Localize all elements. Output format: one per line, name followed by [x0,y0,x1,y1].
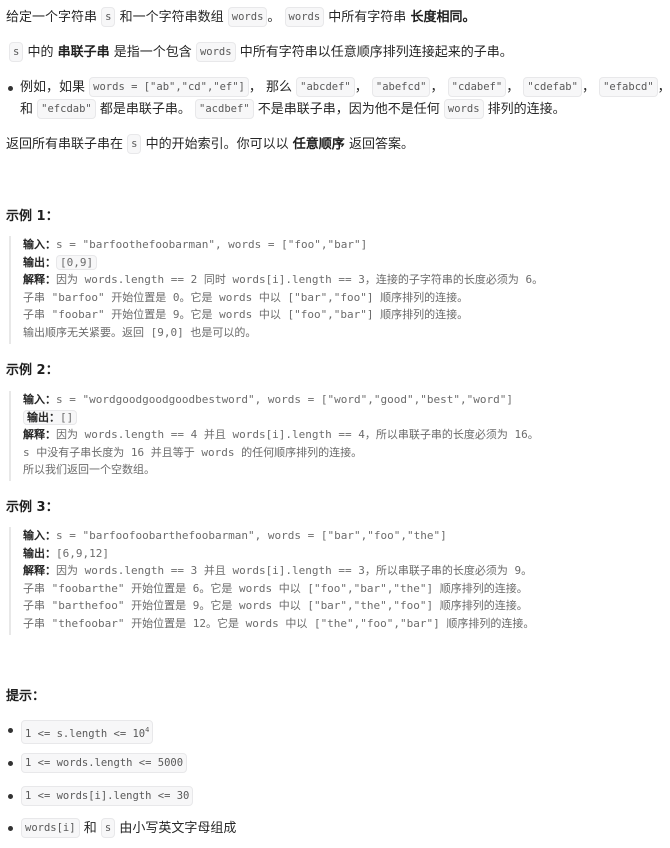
text: 给定一个字符串 [6,10,98,25]
explain-line: 因为 words.length == 2 同时 words[i].length … [56,273,544,286]
example-bullet-line-2: 和 "efcdab" 都是串联子串。 "acdbef" 不是串联子串，因为他不是… [20,99,566,120]
input-label: 输入： [23,393,56,406]
input-value: s = "barfoothefoobarman", words = ["foo"… [56,238,368,251]
explain-line: s 中没有子串长度为 16 并且等于 words 的任何顺序排列的连接。 [23,445,363,459]
text: 例如，如果 [20,80,86,95]
example-3-title: 示例 3： [6,500,59,515]
superscript: 4 [145,726,150,734]
inline-code: "cdefab" [523,77,582,97]
intro-paragraph-2: s 中的 串联子串 是指一个包含 words 中所有字符串以任意顺序排列连接起来… [9,42,513,63]
inline-code: words = ["ab","cd","ef"] [89,77,249,97]
explain-line: 因为 words.length == 4 并且 words[i].length … [56,428,539,441]
explain-line: 子串 "foobarthe" 开始位置是 6。它是 words 中以 ["foo… [23,581,528,595]
bullet-icon [8,794,13,799]
input-label: 输入： [23,529,56,542]
explain-line: 子串 "thefoobar" 开始位置是 12。它是 words 中以 ["th… [23,616,535,630]
explain-line: 子串 "barfoo" 开始位置是 0。它是 words 中以 ["bar","… [23,290,469,304]
text: 和 [83,821,97,836]
text: 返回所有串联子串在 [6,137,124,152]
hint-item-3: 1 <= words[i].length <= 30 [21,786,194,807]
explain-line: 输出顺序无关紧要。返回 [9,0] 也是可以的。 [23,325,257,339]
example-3-block: 输入：s = "barfoofoobarthefoobarman", words… [9,527,534,635]
bullet-icon [8,761,13,766]
inline-code: 1 <= words.length <= 5000 [21,753,188,773]
text: ， [506,80,520,95]
text: 是指一个包含 [113,45,192,60]
text: 排列的连接。 [487,102,566,117]
hint-code: 1 <= s.length <= 10 [25,728,146,740]
text: 中所有字符串以任意顺序排列连接起来的子串。 [239,45,513,60]
text: 不是串联子串，因为他不是任何 [257,102,440,117]
explain-line: 因为 words.length == 3 并且 words[i].length … [56,564,533,577]
explain-label: 解释： [23,273,56,286]
intro-paragraph-3: 返回所有串联子串在 s 中的开始索引。你可以以 任意顺序 返回答案。 [6,134,414,155]
text: 由小写英文字母组成 [119,821,237,836]
inline-code: "efabcd" [599,77,658,97]
inline-code: 1 <= words[i].length <= 30 [21,786,194,806]
explain-line: 子串 "barthefoo" 开始位置是 9。它是 words 中以 ["bar… [23,599,528,612]
inline-code: words [284,7,325,27]
inline-code: s [100,818,116,838]
inline-code: words[i] [21,818,80,838]
bullet-icon [8,86,13,91]
explain-line: 所以我们返回一个空数组。 [23,463,155,476]
inline-code: words [227,7,268,27]
inline-code: "abefcd" [371,77,431,97]
inline-code: 1 <= s.length <= 104 [21,720,154,744]
intro-paragraph-1: 给定一个字符串 s 和一个字符串数组 words。 words 中所有字符串 长… [6,7,475,28]
text: 和一个字符串数组 [119,10,224,25]
input-value: s = "wordgoodgoodgoodbestword", words = … [56,393,513,406]
text: 中的 [27,45,54,60]
text: 中的开始索引。你可以以 [145,137,289,152]
inline-code: words [443,99,484,119]
text: 。 [267,10,281,25]
bullet-icon [8,826,13,831]
hint-item-1: 1 <= s.length <= 104 [21,720,154,745]
example-1-title: 示例 1： [6,209,59,224]
explain-line: 子串 "foobar" 开始位置是 9。它是 words 中以 ["foo","… [23,308,469,321]
bullet-icon [8,728,13,733]
text: 都是串联子串。 [99,102,191,117]
example-2-title: 示例 2： [6,363,59,378]
text: 返回答案。 [348,137,414,152]
bold-text: 串联子串 [57,45,110,60]
input-label: 输入： [23,238,56,251]
bold-text: 任意顺序 [292,137,345,152]
inline-code: "cdabef" [447,77,507,97]
inline-code: s [127,134,142,154]
text: 和 [20,102,34,117]
explain-label: 解释： [23,428,56,441]
example-1-block: 输入：s = "barfoothefoobarman", words = ["f… [9,236,543,344]
hint-item-4: words[i] 和 s 由小写英文字母组成 [21,818,236,839]
output-label: 输出： [27,410,60,424]
inline-code: "acdbef" [195,99,254,119]
text: ， [354,80,368,95]
inline-code: s [101,7,116,27]
text: ， [657,80,670,95]
hints-title: 提示： [6,689,46,704]
text: ， 那么 [248,80,293,95]
output-value: [6,9,12] [56,546,109,560]
output-label: 输出： [23,255,56,269]
input-value: s = "barfoofoobarthefoobarman", words = … [56,529,447,542]
text: 中所有字符串 [328,10,407,25]
output-value: [] [60,410,74,424]
inline-code: s [9,42,24,62]
text: ， [581,80,595,95]
bold-text: 长度相同。 [410,10,476,25]
inline-code: "abcdef" [296,77,355,97]
output-label: 输出： [23,546,56,560]
inline-code: "efcdab" [37,99,96,119]
explain-label: 解释： [23,564,56,577]
example-bullet-line-1: 例如，如果 words = ["ab","cd","ef"]， 那么 "abcd… [20,77,670,98]
text: ， [430,80,444,95]
output-value: [0,9] [56,254,98,270]
hint-item-2: 1 <= words.length <= 5000 [21,753,188,774]
example-2-block: 输入：s = "wordgoodgoodgoodbestword", words… [9,391,539,481]
inline-code: words [195,42,236,62]
